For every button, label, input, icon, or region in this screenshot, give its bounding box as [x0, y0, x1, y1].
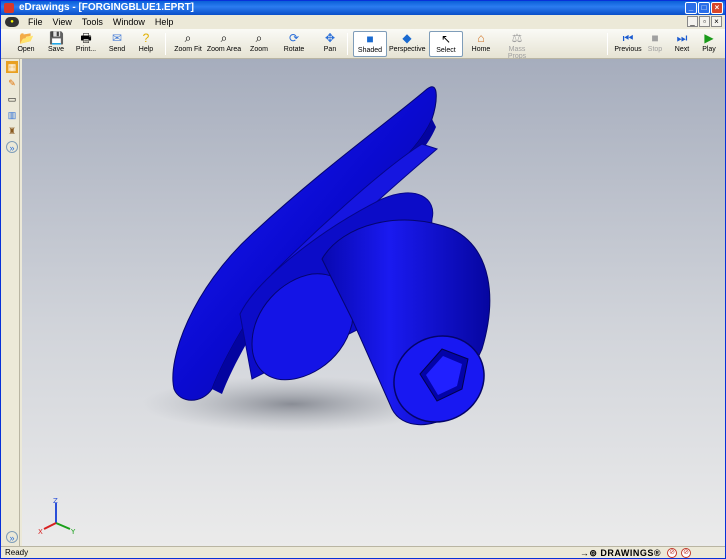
zoom-area-icon: ⌕: [220, 31, 228, 45]
document-minimize-button[interactable]: _: [687, 16, 698, 27]
title-bar[interactable]: eDrawings - [FORGINGBLUE1.EPRT] _ □ ×: [1, 1, 725, 15]
open-label: Open: [17, 46, 35, 53]
stop-label: Stop: [647, 46, 663, 53]
main-toolbar: 📂 Open 💾 Save 🖶 Print... ✉ Send ? Help ⌕…: [1, 29, 725, 60]
measure-tape-icon[interactable]: ▭: [6, 93, 18, 105]
save-button[interactable]: 💾 Save: [43, 31, 69, 57]
menu-view[interactable]: View: [48, 17, 77, 27]
zoom-fit-icon: ⌕: [184, 31, 192, 45]
pan-label: Pan: [323, 46, 337, 53]
help-label: Help: [138, 46, 154, 53]
home-house-icon: ⌂: [477, 31, 485, 45]
menu-bar: ● File View Tools Window Help _ ▫ ×: [1, 15, 725, 28]
triad-z-label: Z: [53, 497, 58, 505]
select-label: Select: [436, 47, 456, 54]
help-question-icon: ?: [142, 31, 150, 45]
no-markup-icon[interactable]: ⊘: [667, 548, 677, 558]
status-text: Ready: [5, 548, 29, 557]
rotate-button[interactable]: ⟳ Rotate: [281, 31, 307, 57]
3d-model-viewport[interactable]: Z Y X: [22, 59, 725, 546]
select-button[interactable]: ↖ Select: [429, 31, 463, 57]
expand-bottom-chevron-icon[interactable]: »: [6, 531, 18, 543]
rotate-label: Rotate: [283, 46, 305, 53]
zoom-fit-label: Zoom Fit: [174, 46, 202, 53]
zoom-magnifier-icon: ⌕: [255, 31, 263, 45]
open-button[interactable]: 📂 Open: [13, 31, 39, 57]
status-bar: Ready →⊚ DRAWINGS® ⊘ ⊘: [1, 546, 725, 558]
triad-x-label: X: [38, 528, 43, 536]
side-panel-toolbar: ▦ ✎ ▭ ▥ ♜ » »: [4, 59, 20, 546]
menu-file[interactable]: File: [23, 17, 48, 27]
shaded-label: Shaded: [357, 47, 383, 54]
mass-props-button[interactable]: ⚖ Mass Props: [499, 31, 535, 60]
close-window-button[interactable]: ×: [711, 2, 723, 14]
next-button[interactable]: ⏭ Next: [672, 31, 692, 57]
play-label: Play: [702, 46, 716, 53]
perspective-label: Perspective: [389, 46, 426, 53]
play-icon: ▶: [704, 31, 714, 45]
printer-icon: 🖶: [80, 31, 92, 45]
select-arrow-icon: ↖: [440, 32, 452, 46]
home-button[interactable]: ⌂ Home: [469, 31, 493, 57]
zoom-label: Zoom: [250, 46, 268, 53]
markup-pencil-icon[interactable]: ✎: [6, 77, 18, 89]
send-mail-icon: ✉: [111, 31, 123, 45]
stamp-icon[interactable]: ♜: [6, 125, 18, 137]
save-disk-icon: 💾: [49, 31, 64, 45]
document-menu-icon[interactable]: ●: [5, 16, 19, 27]
help-button[interactable]: ? Help: [134, 31, 158, 57]
orientation-triad: Z Y X: [38, 497, 76, 536]
next-icon: ⏭: [676, 31, 688, 45]
home-label: Home: [471, 46, 491, 53]
stop-button[interactable]: ■ Stop: [645, 31, 665, 57]
document-close-button[interactable]: ×: [711, 16, 722, 27]
no-measure-icon[interactable]: ⊘: [681, 548, 691, 558]
window-title: eDrawings - [FORGINGBLUE1.EPRT]: [19, 2, 195, 13]
rotate-icon: ⟳: [288, 31, 300, 45]
expand-panel-chevron-icon[interactable]: »: [6, 141, 18, 153]
save-label: Save: [48, 46, 64, 53]
toolbar-separator: [165, 33, 166, 55]
mass-props-scale-icon: ⚖: [511, 31, 523, 45]
print-button[interactable]: 🖶 Print...: [71, 31, 101, 57]
zoom-button[interactable]: ⌕ Zoom: [247, 31, 271, 57]
next-label: Next: [674, 46, 690, 53]
shaded-cube-icon: ■: [366, 32, 374, 46]
document-restore-button[interactable]: ▫: [699, 16, 710, 27]
perspective-cube-icon: ◆: [402, 31, 412, 45]
mass-props-label: Mass Props: [507, 46, 527, 60]
edrawings-brand: →⊚ DRAWINGS®: [579, 548, 661, 558]
open-folder-icon: 📂: [19, 31, 34, 45]
stop-icon: ■: [651, 31, 659, 45]
zoom-area-button[interactable]: ⌕ Zoom Area: [206, 31, 242, 57]
previous-label: Previous: [614, 46, 642, 53]
perspective-button[interactable]: ◆ Perspective: [389, 31, 426, 57]
forging-part-model[interactable]: [22, 59, 725, 546]
menu-tools[interactable]: Tools: [77, 17, 108, 27]
minimize-window-button[interactable]: _: [685, 2, 697, 14]
edrawings-app-icon: [4, 3, 14, 13]
toolbar-separator: [607, 33, 608, 55]
triad-y-label: Y: [70, 528, 76, 536]
print-label: Print...: [75, 46, 97, 53]
zoom-area-label: Zoom Area: [206, 46, 242, 53]
pan-button[interactable]: ✥ Pan: [319, 31, 341, 57]
pan-arrows-icon: ✥: [324, 31, 336, 45]
play-button[interactable]: ▶ Play: [699, 31, 719, 57]
previous-icon: ⏮: [622, 31, 634, 45]
menu-window[interactable]: Window: [108, 17, 150, 27]
sheets-panel-icon[interactable]: ▦: [6, 61, 18, 73]
send-button[interactable]: ✉ Send: [105, 31, 129, 57]
section-view-icon[interactable]: ▥: [6, 109, 18, 121]
zoom-fit-button[interactable]: ⌕ Zoom Fit: [173, 31, 203, 57]
previous-button[interactable]: ⏮ Previous: [614, 31, 642, 57]
maximize-window-button[interactable]: □: [698, 2, 710, 14]
app-window: eDrawings - [FORGINGBLUE1.EPRT] _ □ × ● …: [0, 0, 726, 559]
send-label: Send: [108, 46, 126, 53]
menu-help[interactable]: Help: [150, 17, 179, 27]
toolbar-separator: [347, 33, 348, 55]
shaded-button[interactable]: ■ Shaded: [353, 31, 387, 57]
brand-text: DRAWINGS®: [600, 548, 661, 558]
